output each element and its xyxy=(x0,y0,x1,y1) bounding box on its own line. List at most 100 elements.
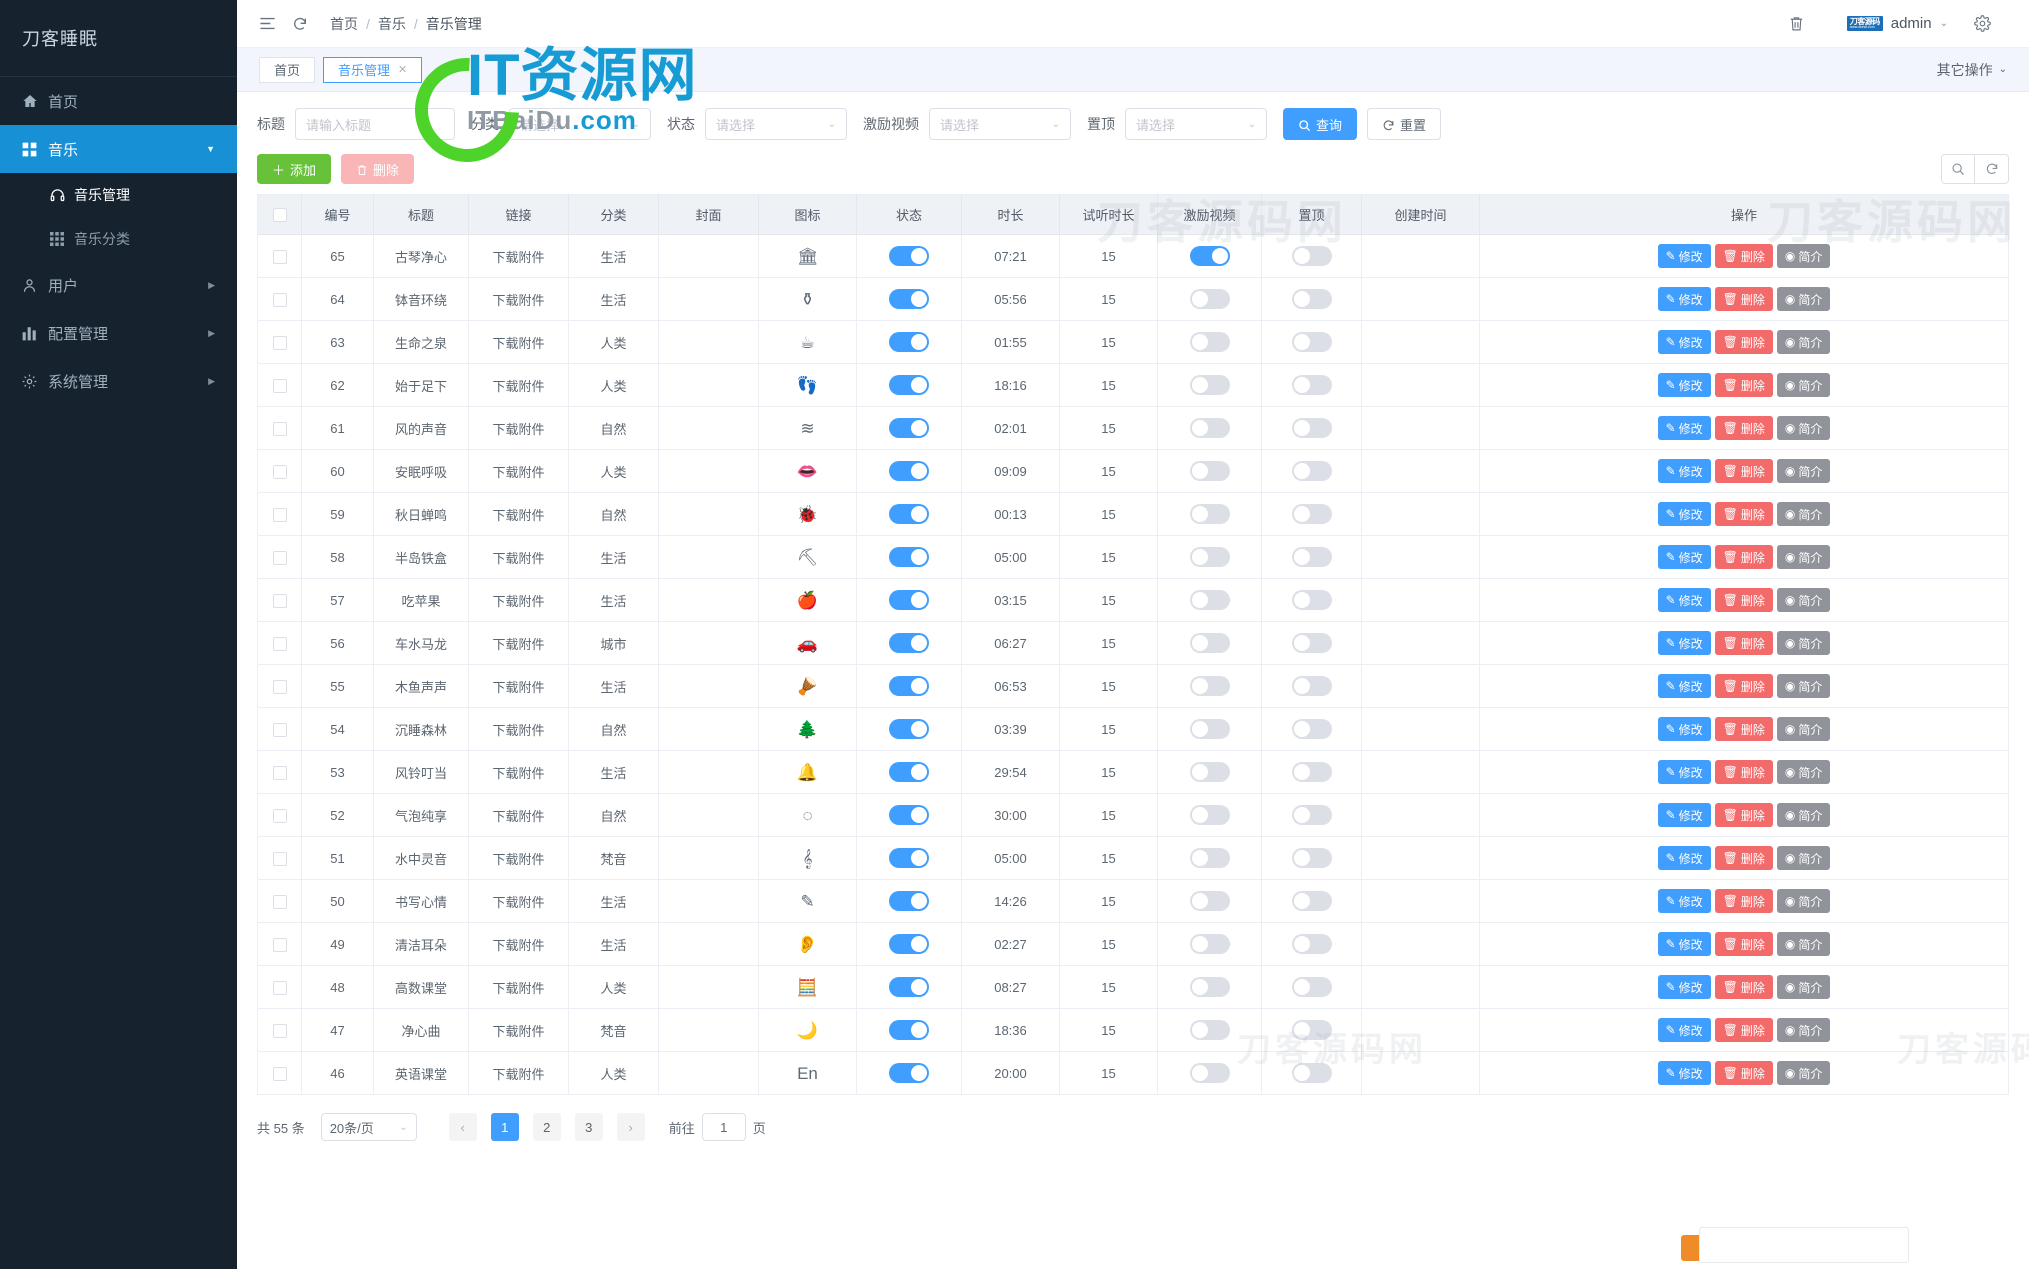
reward-video-toggle[interactable] xyxy=(1189,977,1230,997)
pinned-toggle[interactable] xyxy=(1291,934,1332,954)
info-button[interactable]: ◉ 简介 xyxy=(1776,502,1831,526)
user-menu[interactable]: 刀客源码 www.dkewl.com admin ⌄ xyxy=(1846,15,1948,32)
edit-button[interactable]: ✎ 修改 xyxy=(1657,287,1711,311)
status-toggle[interactable] xyxy=(889,547,929,567)
reward-video-toggle[interactable] xyxy=(1189,461,1230,481)
reward-video-toggle[interactable] xyxy=(1189,332,1230,352)
reward-video-toggle[interactable] xyxy=(1189,375,1230,395)
cell-link[interactable]: 下载附件 xyxy=(468,965,569,1009)
add-button[interactable]: ＋ 添加 xyxy=(257,154,332,184)
sidebar-item-user[interactable]: 用户 ▶ xyxy=(0,261,237,309)
pinned-toggle[interactable] xyxy=(1291,805,1332,825)
edit-button[interactable]: ✎ 修改 xyxy=(1657,674,1711,698)
edit-button[interactable]: ✎ 修改 xyxy=(1657,932,1711,956)
reward-video-toggle[interactable] xyxy=(1189,418,1230,438)
status-toggle[interactable] xyxy=(889,289,929,309)
cell-link[interactable]: 下载附件 xyxy=(468,621,569,665)
cell-link[interactable]: 下载附件 xyxy=(468,1051,569,1095)
pinned-toggle[interactable] xyxy=(1291,547,1332,567)
info-button[interactable]: ◉ 简介 xyxy=(1776,760,1831,784)
reward-video-toggle[interactable] xyxy=(1189,590,1230,610)
status-select[interactable]: 请选择 ⌄ xyxy=(705,108,847,140)
pinned-toggle[interactable] xyxy=(1291,246,1332,266)
reward-video-toggle[interactable] xyxy=(1189,762,1230,782)
reward-video-select[interactable]: 请选择 ⌄ xyxy=(929,108,1071,140)
row-checkbox[interactable] xyxy=(272,550,287,565)
row-checkbox[interactable] xyxy=(272,1023,287,1038)
cell-link[interactable]: 下载附件 xyxy=(468,363,569,407)
hamburger-icon[interactable] xyxy=(259,15,276,32)
delete-button[interactable]: 🗑 删除 xyxy=(1714,1018,1773,1042)
page-button-1[interactable]: 1 xyxy=(490,1113,519,1141)
reset-button[interactable]: 重置 xyxy=(1367,108,1442,140)
reward-video-toggle[interactable] xyxy=(1189,805,1230,825)
pinned-toggle[interactable] xyxy=(1291,848,1332,868)
edit-button[interactable]: ✎ 修改 xyxy=(1657,416,1711,440)
edit-button[interactable]: ✎ 修改 xyxy=(1657,330,1711,354)
info-button[interactable]: ◉ 简介 xyxy=(1776,717,1831,741)
row-checkbox[interactable] xyxy=(272,1066,287,1081)
page-button-2[interactable]: 2 xyxy=(532,1113,561,1141)
status-toggle[interactable] xyxy=(889,719,929,739)
toolbar-refresh-icon[interactable] xyxy=(1975,154,2009,184)
info-button[interactable]: ◉ 简介 xyxy=(1776,889,1831,913)
cell-link[interactable]: 下载附件 xyxy=(468,320,569,364)
info-button[interactable]: ◉ 简介 xyxy=(1776,287,1831,311)
status-toggle[interactable] xyxy=(889,633,929,653)
row-checkbox[interactable] xyxy=(272,636,287,651)
delete-button[interactable]: 🗑 删除 xyxy=(1714,459,1773,483)
pinned-toggle[interactable] xyxy=(1291,590,1332,610)
cell-link[interactable]: 下载附件 xyxy=(468,664,569,708)
row-checkbox[interactable] xyxy=(272,249,287,264)
info-button[interactable]: ◉ 简介 xyxy=(1776,373,1831,397)
row-checkbox[interactable] xyxy=(272,980,287,995)
status-toggle[interactable] xyxy=(889,246,929,266)
status-toggle[interactable] xyxy=(889,934,929,954)
edit-button[interactable]: ✎ 修改 xyxy=(1657,717,1711,741)
status-toggle[interactable] xyxy=(889,375,929,395)
info-button[interactable]: ◉ 简介 xyxy=(1776,674,1831,698)
status-toggle[interactable] xyxy=(889,1020,929,1040)
trash-icon[interactable] xyxy=(1788,15,1805,32)
info-button[interactable]: ◉ 简介 xyxy=(1776,588,1831,612)
status-toggle[interactable] xyxy=(889,848,929,868)
info-button[interactable]: ◉ 简介 xyxy=(1776,1061,1831,1085)
row-checkbox[interactable] xyxy=(272,937,287,952)
reward-video-toggle[interactable] xyxy=(1189,676,1230,696)
info-button[interactable]: ◉ 简介 xyxy=(1776,244,1831,268)
cell-link[interactable]: 下载附件 xyxy=(468,879,569,923)
reward-video-toggle[interactable] xyxy=(1189,246,1230,266)
cell-link[interactable]: 下载附件 xyxy=(468,492,569,536)
edit-button[interactable]: ✎ 修改 xyxy=(1657,846,1711,870)
row-checkbox[interactable] xyxy=(272,679,287,694)
batch-delete-button[interactable]: 删除 xyxy=(341,154,415,184)
pinned-toggle[interactable] xyxy=(1291,332,1332,352)
reward-video-toggle[interactable] xyxy=(1189,289,1230,309)
pinned-toggle[interactable] xyxy=(1291,1020,1332,1040)
edit-button[interactable]: ✎ 修改 xyxy=(1657,975,1711,999)
delete-button[interactable]: 🗑 删除 xyxy=(1714,545,1773,569)
tab-music-manage[interactable]: 音乐管理 ✕ xyxy=(323,56,423,83)
cell-link[interactable]: 下载附件 xyxy=(468,707,569,751)
delete-button[interactable]: 🗑 删除 xyxy=(1714,674,1773,698)
select-all-checkbox[interactable] xyxy=(272,208,287,223)
pinned-toggle[interactable] xyxy=(1291,977,1332,997)
delete-button[interactable]: 🗑 删除 xyxy=(1714,502,1773,526)
cell-link[interactable]: 下载附件 xyxy=(468,535,569,579)
row-checkbox[interactable] xyxy=(272,421,287,436)
info-button[interactable]: ◉ 简介 xyxy=(1776,803,1831,827)
status-toggle[interactable] xyxy=(889,590,929,610)
status-toggle[interactable] xyxy=(889,1063,929,1083)
pinned-toggle[interactable] xyxy=(1291,676,1332,696)
edit-button[interactable]: ✎ 修改 xyxy=(1657,545,1711,569)
row-checkbox[interactable] xyxy=(272,464,287,479)
cell-link[interactable]: 下载附件 xyxy=(468,234,569,278)
category-select[interactable]: 请选择 ⌄ xyxy=(509,108,651,140)
pinned-toggle[interactable] xyxy=(1291,1063,1332,1083)
reward-video-toggle[interactable] xyxy=(1189,891,1230,911)
status-toggle[interactable] xyxy=(889,461,929,481)
edit-button[interactable]: ✎ 修改 xyxy=(1657,588,1711,612)
reward-video-toggle[interactable] xyxy=(1189,934,1230,954)
status-toggle[interactable] xyxy=(889,805,929,825)
reward-video-toggle[interactable] xyxy=(1189,848,1230,868)
